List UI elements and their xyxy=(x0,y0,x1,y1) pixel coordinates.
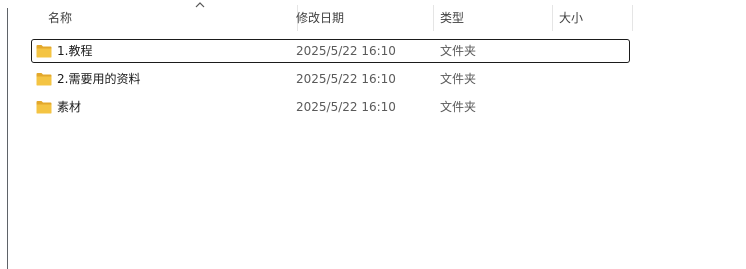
column-header-row: 名称 修改日期 类型 大小 xyxy=(8,0,746,35)
file-type: 文件夹 xyxy=(440,100,477,114)
file-date: 2025/5/22 16:10 xyxy=(296,100,396,114)
file-name: 素材 xyxy=(57,100,82,114)
file-date: 2025/5/22 16:10 xyxy=(296,44,396,58)
folder-icon xyxy=(36,100,52,114)
file-type: 文件夹 xyxy=(440,44,477,58)
file-type: 文件夹 xyxy=(440,72,477,86)
folder-icon xyxy=(36,72,52,86)
sort-up-icon xyxy=(192,1,208,11)
navigation-pane-edge xyxy=(0,0,8,269)
column-separator[interactable] xyxy=(632,5,633,31)
column-header-name-label: 名称 xyxy=(48,11,73,25)
column-header-type[interactable]: 类型 xyxy=(434,5,553,31)
file-row[interactable]: 素材 2025/5/22 16:10 文件夹 xyxy=(31,95,630,119)
column-header-size-label: 大小 xyxy=(559,11,584,25)
file-name: 1.教程 xyxy=(57,44,93,58)
file-row[interactable]: 1.教程 2025/5/22 16:10 文件夹 xyxy=(31,39,630,63)
pane-divider[interactable] xyxy=(7,8,8,269)
folder-icon xyxy=(36,44,52,58)
file-date: 2025/5/22 16:10 xyxy=(296,72,396,86)
column-header-type-label: 类型 xyxy=(440,11,465,25)
file-explorer-view: 名称 修改日期 类型 大小 1.教程 2025/5/22 16:10 文件夹 2… xyxy=(0,0,746,269)
file-row[interactable]: 2.需要用的资料 2025/5/22 16:10 文件夹 xyxy=(31,67,630,91)
column-header-size[interactable]: 大小 xyxy=(553,5,633,31)
column-header-date-label: 修改日期 xyxy=(296,11,345,25)
file-name: 2.需要用的资料 xyxy=(57,72,141,86)
column-header-date[interactable]: 修改日期 xyxy=(290,5,434,31)
column-header-name[interactable]: 名称 xyxy=(42,2,298,31)
